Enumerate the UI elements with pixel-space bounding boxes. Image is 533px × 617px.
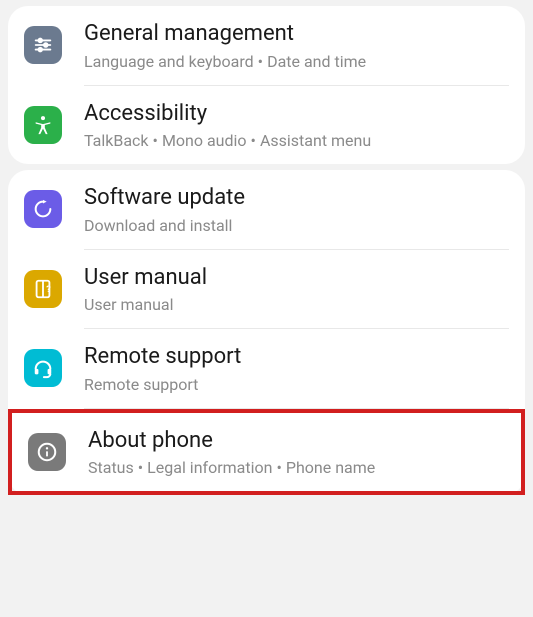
svg-text:?: ? <box>46 285 51 295</box>
settings-item-accessibility[interactable]: Accessibility TalkBack•Mono audio•Assist… <box>8 86 525 165</box>
manual-icon: ? <box>24 270 62 308</box>
settings-item-general-management[interactable]: General management Language and keyboard… <box>8 6 525 85</box>
item-subtitle: Download and install <box>84 216 509 235</box>
settings-item-user-manual[interactable]: ? User manual User manual <box>8 250 525 329</box>
item-title: General management <box>84 20 509 48</box>
item-subtitle: TalkBack•Mono audio•Assistant menu <box>84 131 509 150</box>
item-subtitle: Remote support <box>84 375 509 394</box>
settings-item-remote-support[interactable]: Remote support Remote support <box>8 329 525 408</box>
item-text: About phone Status•Legal information•Pho… <box>88 427 505 478</box>
item-title: User manual <box>84 264 509 292</box>
item-text: Remote support Remote support <box>84 343 509 394</box>
update-icon <box>24 190 62 228</box>
info-icon <box>28 433 66 471</box>
item-subtitle: Language and keyboard•Date and time <box>84 52 509 71</box>
settings-item-about-phone[interactable]: About phone Status•Legal information•Pho… <box>12 413 521 492</box>
item-subtitle: User manual <box>84 295 509 314</box>
headset-icon <box>24 349 62 387</box>
settings-card-general: General management Language and keyboard… <box>8 6 525 164</box>
item-text: Software update Download and install <box>84 184 509 235</box>
item-title: Software update <box>84 184 509 212</box>
accessibility-icon <box>24 106 62 144</box>
item-text: User manual User manual <box>84 264 509 315</box>
item-title: Remote support <box>84 343 509 371</box>
item-title: About phone <box>88 427 505 455</box>
item-subtitle: Status•Legal information•Phone name <box>88 458 505 477</box>
item-text: Accessibility TalkBack•Mono audio•Assist… <box>84 100 509 151</box>
settings-card-system: Software update Download and install ? U… <box>8 170 525 495</box>
settings-item-software-update[interactable]: Software update Download and install <box>8 170 525 249</box>
highlight-annotation: About phone Status•Legal information•Pho… <box>8 409 525 496</box>
item-title: Accessibility <box>84 100 509 128</box>
settings-sliders-icon <box>24 26 62 64</box>
item-text: General management Language and keyboard… <box>84 20 509 71</box>
